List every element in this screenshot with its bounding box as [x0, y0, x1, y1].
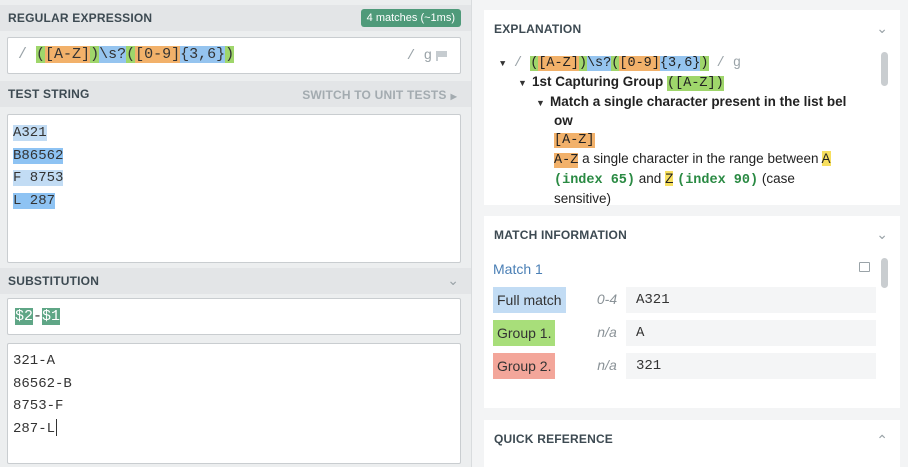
match-information-title: MATCH INFORMATION — [494, 228, 627, 242]
chevron-down-icon[interactable]: ⌄ — [876, 20, 888, 37]
regex-token: [0-9] — [135, 46, 181, 63]
triangle-down-icon[interactable]: ▼ — [500, 55, 514, 73]
match-highlight: B86562 — [13, 147, 64, 164]
match-value[interactable]: A — [626, 320, 876, 346]
explanation-class-token: [A-Z] — [554, 133, 595, 148]
output-line: 86562-B — [13, 375, 72, 392]
match-row-full: Full match 0-4 A321 — [493, 287, 883, 313]
match-highlight: A321 — [13, 125, 47, 141]
match-range: 0-4 — [596, 291, 618, 307]
regex-section-header: REGULAR EXPRESSION 4 matches (~1ms) — [0, 5, 471, 31]
regex-token: {3,6} — [180, 46, 226, 63]
match-highlight: F 8753 — [13, 170, 64, 186]
match-count-badge: 4 matches (~1ms) — [360, 9, 461, 27]
match-info-scrollbar[interactable] — [881, 258, 888, 288]
substitution-pattern: $2-$1 — [15, 308, 61, 325]
match-highlight: L 287 — [13, 192, 56, 209]
test-string-lines: A321 B86562 F 8753 L 287 — [13, 122, 64, 212]
substitution-output[interactable]: 321-A 86562-B 8753-F 287-L — [7, 343, 461, 464]
switch-label: SWITCH TO UNIT TESTS — [302, 88, 447, 102]
output-line: 8753-F — [13, 398, 64, 414]
explanation-title: EXPLANATION — [494, 22, 582, 36]
match-range: n/a — [597, 324, 617, 340]
match-information-panel: MATCH INFORMATION ⌄ Match 1 Full match 0… — [484, 216, 900, 408]
explanation-pattern-line: ▼ / ([A-Z])\s?([0-9]{3,6}) / g — [500, 55, 741, 73]
test-string-header: TEST STRING SWITCH TO UNIT TESTS ▶ — [0, 81, 471, 107]
explanation-match-line: ▼ Match a single character present in the… — [500, 93, 880, 112]
explanation-match-line-cont: ow — [554, 113, 573, 128]
regex-token: ( — [126, 46, 136, 63]
substitution-token: $2 — [15, 308, 34, 325]
regex-input[interactable]: / ([A-Z]) \s?([0-9] {3,6}) / g — [7, 37, 461, 74]
substitution-output-lines: 321-A 86562-B 8753-F 287-L — [13, 350, 72, 440]
pane-divider[interactable] — [471, 0, 472, 467]
explanation-panel: EXPLANATION ⌄ ▼ / ([A-Z])\s?([0-9]{3,6}) … — [484, 10, 900, 208]
regex-pattern[interactable]: / ([A-Z]) \s?([0-9] {3,6}) — [18, 46, 235, 63]
switch-to-unit-tests-button[interactable]: SWITCH TO UNIT TESTS ▶ — [302, 88, 457, 102]
editor-pane: REGULAR EXPRESSION 4 matches (~1ms) / ([… — [0, 0, 471, 467]
regex-section-title: REGULAR EXPRESSION — [8, 11, 153, 25]
regex-delimiter-open: / — [18, 46, 28, 63]
match-label: Group 1. — [493, 320, 556, 346]
match-label: Group 2. — [493, 353, 556, 379]
substitution-title: SUBSTITUTION — [8, 274, 100, 288]
explanation-index-line: (index 65) and Z (index 90) (case — [554, 171, 795, 188]
test-string-title: TEST STRING — [8, 87, 90, 101]
match-label: Full match — [493, 287, 566, 313]
regex-token: \s? — [99, 46, 127, 63]
regex-flags-text: / g — [406, 48, 432, 64]
chevron-right-icon: ▶ — [450, 92, 457, 101]
flag-icon[interactable] — [436, 51, 448, 61]
regex-token: ) — [225, 46, 235, 63]
explanation-header[interactable]: EXPLANATION ⌄ — [484, 10, 900, 48]
match-title: Match 1 — [493, 261, 543, 277]
chevron-up-icon[interactable]: ⌃ — [876, 432, 888, 449]
regex-token: [A-Z] — [45, 46, 91, 63]
regex-token: ) — [90, 46, 100, 63]
explanation-range-line: A-Z a single character in the range betw… — [554, 151, 831, 168]
substitution-input[interactable]: $2-$1 — [7, 298, 461, 335]
chevron-down-icon[interactable]: ⌄ — [876, 226, 888, 243]
quick-reference-title: QUICK REFERENCE — [494, 432, 614, 446]
explanation-case-line: sensitive) — [554, 191, 612, 206]
match-range: n/a — [597, 357, 617, 373]
triangle-down-icon[interactable]: ▼ — [518, 74, 532, 92]
substitution-header[interactable]: SUBSTITUTION ⌄ — [0, 268, 471, 294]
match-row-group2: Group 2. n/a 321 — [493, 353, 883, 379]
quick-reference-header[interactable]: QUICK REFERENCE ⌃ — [484, 420, 900, 458]
regex-token: ( — [36, 46, 46, 63]
text-cursor — [56, 419, 58, 437]
match-value[interactable]: A321 — [626, 287, 876, 313]
match-information-header[interactable]: MATCH INFORMATION ⌄ — [484, 216, 900, 254]
substitution-token: $1 — [42, 308, 61, 325]
chevron-down-icon[interactable]: ⌄ — [447, 272, 459, 289]
quick-reference-panel[interactable]: QUICK REFERENCE ⌃ — [484, 420, 900, 467]
explanation-group1-line: ▼ 1st Capturing Group ([A-Z]) — [518, 74, 724, 92]
substitution-token: - — [33, 308, 43, 325]
match-value[interactable]: 321 — [626, 353, 876, 379]
test-string-input[interactable]: A321 B86562 F 8753 L 287 — [7, 114, 461, 263]
explanation-tree: ▼ / ([A-Z])\s?([0-9]{3,6}) / g ▼ 1st Captu… — [500, 55, 880, 208]
triangle-down-icon[interactable]: ▼ — [536, 94, 550, 112]
explanation-scrollbar[interactable] — [881, 52, 888, 86]
regex-flags[interactable]: / g — [407, 48, 448, 64]
output-line: 287-L — [13, 420, 56, 437]
share-icon[interactable] — [859, 262, 870, 272]
output-line: 321-A — [13, 353, 56, 369]
match-row-group1: Group 1. n/a A — [493, 320, 883, 346]
